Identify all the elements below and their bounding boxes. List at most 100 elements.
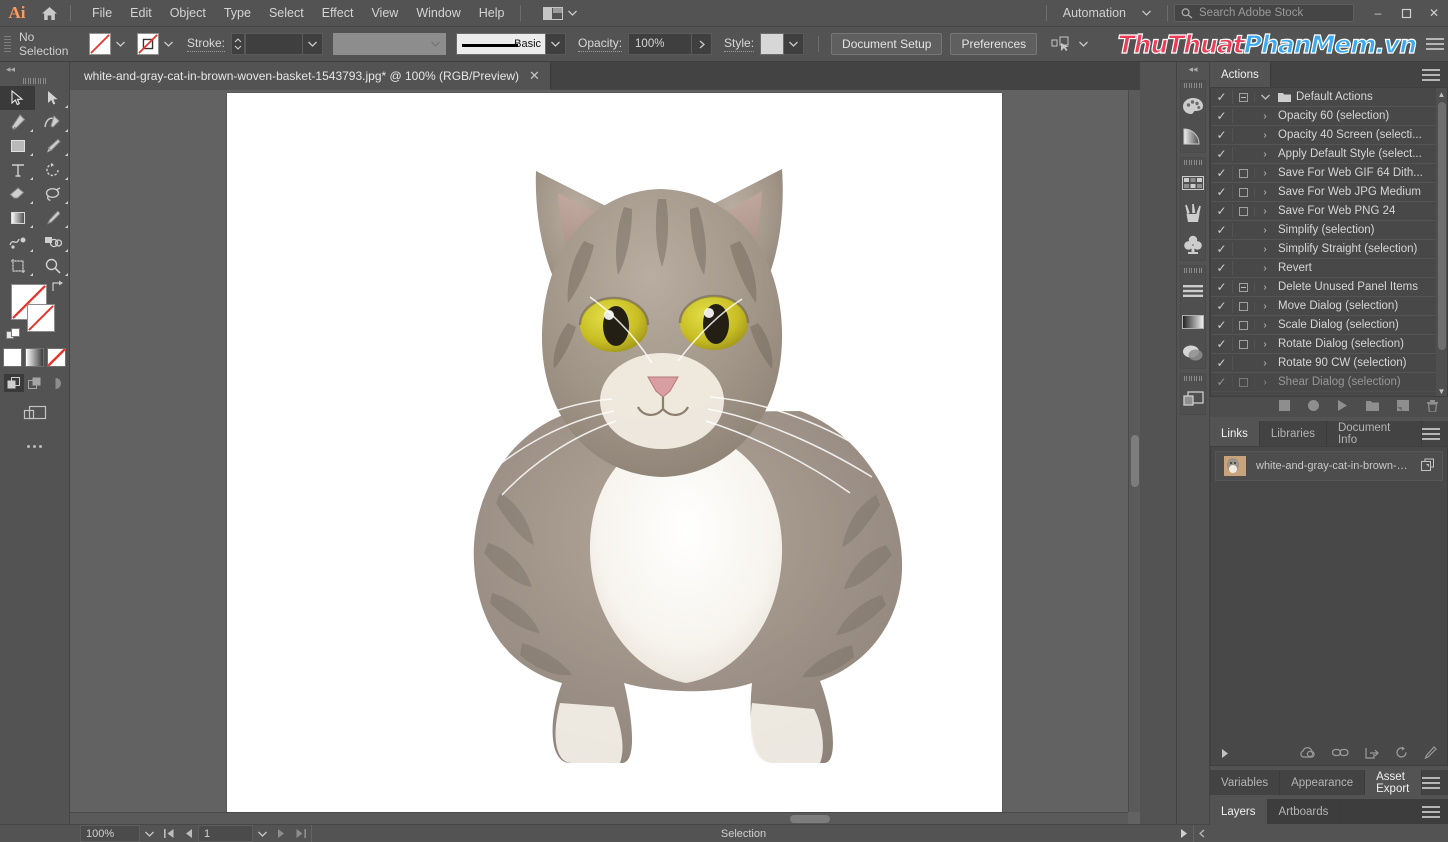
artwork-cat-image[interactable]: [452, 163, 922, 763]
table-row[interactable]: ✓ › Rotate Dialog (selection): [1211, 335, 1447, 354]
tab-layers[interactable]: Layers: [1210, 799, 1268, 824]
panel-menu-icon[interactable]: [1422, 805, 1448, 818]
scroll-down-icon[interactable]: ▼: [1436, 385, 1447, 396]
width-profile-dropdown-icon[interactable]: [426, 33, 447, 55]
draw-inside[interactable]: [46, 374, 66, 392]
table-row[interactable]: ✓ › Move Dialog (selection): [1211, 297, 1447, 316]
opacity-input[interactable]: 100%: [628, 33, 693, 55]
table-row[interactable]: ✓ › Opacity 60 (selection): [1211, 107, 1447, 126]
tab-links[interactable]: Links: [1210, 421, 1260, 446]
menu-object[interactable]: Object: [161, 2, 215, 24]
next-artboard-icon[interactable]: [272, 825, 290, 842]
chevron-right-icon[interactable]: ›: [1255, 149, 1275, 160]
document-setup-button[interactable]: Document Setup: [831, 33, 943, 55]
canvas-vertical-scrollbar[interactable]: [1128, 90, 1140, 812]
action-enabled-check[interactable]: ✓: [1211, 223, 1233, 237]
width-profile-input[interactable]: [333, 33, 427, 55]
expand-panels-icon[interactable]: ◂◂: [1177, 62, 1209, 76]
action-enabled-check[interactable]: ✓: [1211, 109, 1233, 123]
panel-menu-icon[interactable]: [1426, 38, 1444, 50]
minimize-button[interactable]: –: [1364, 0, 1392, 26]
maximize-button[interactable]: [1392, 0, 1420, 26]
previous-artboard-icon[interactable]: [180, 825, 198, 842]
chevron-right-icon[interactable]: ›: [1255, 225, 1275, 236]
draw-normal[interactable]: [3, 374, 24, 392]
panel-menu-icon[interactable]: [1422, 427, 1448, 440]
zoom-tool[interactable]: [35, 254, 70, 278]
action-dialog-toggle[interactable]: [1233, 206, 1255, 216]
rail-grip[interactable]: [1181, 374, 1205, 383]
curvature-tool[interactable]: [35, 110, 70, 134]
action-enabled-check[interactable]: ✓: [1211, 299, 1233, 313]
brush-definition-input[interactable]: Basic: [456, 33, 547, 55]
stroke-weight-stepper[interactable]: [231, 33, 246, 55]
stroke-label[interactable]: Stroke:: [187, 36, 226, 52]
new-set-icon[interactable]: [1366, 400, 1379, 414]
eyedropper-tool[interactable]: [35, 206, 70, 230]
menu-type[interactable]: Type: [215, 2, 260, 24]
fill-color-swatch[interactable]: [89, 33, 111, 55]
graphic-style-swatch[interactable]: [760, 33, 785, 55]
brush-definition-dropdown-icon[interactable]: [546, 33, 567, 55]
gradient-swatch[interactable]: [25, 348, 44, 367]
scrollbar-thumb[interactable]: [1437, 102, 1446, 350]
tab-libraries[interactable]: Libraries: [1260, 421, 1327, 446]
stop-icon[interactable]: [1279, 400, 1290, 414]
table-row[interactable]: ✓ › Revert: [1211, 259, 1447, 278]
table-row[interactable]: ✓ › Simplify Straight (selection): [1211, 240, 1447, 259]
action-enabled-check[interactable]: ✓: [1211, 261, 1233, 275]
home-icon[interactable]: [34, 0, 64, 26]
rail-grip[interactable]: [1181, 158, 1205, 167]
chevron-right-icon[interactable]: ›: [1255, 358, 1275, 369]
shape-builder-tool[interactable]: [35, 230, 70, 254]
table-row[interactable]: ✓ Default Actions: [1211, 88, 1447, 107]
chevron-down-icon[interactable]: [1255, 94, 1275, 100]
type-tool[interactable]: [0, 158, 35, 182]
gradient-panel-icon[interactable]: [1181, 306, 1205, 337]
relink-from-cc-icon[interactable]: [1299, 746, 1316, 762]
stroke-dropdown-icon[interactable]: [159, 33, 177, 55]
tab-artboards[interactable]: Artboards: [1268, 799, 1341, 824]
align-to-selection-icon[interactable]: [1051, 36, 1089, 52]
table-row[interactable]: ✓ › Apply Default Style (select...: [1211, 145, 1447, 164]
action-enabled-check[interactable]: ✓: [1211, 242, 1233, 256]
rail-grip[interactable]: [1181, 81, 1205, 90]
close-button[interactable]: ✕: [1420, 0, 1448, 26]
scrollbar-thumb[interactable]: [790, 815, 830, 823]
action-dialog-toggle[interactable]: [1233, 320, 1255, 330]
stroke-weight-input[interactable]: [245, 33, 304, 55]
style-dropdown-icon[interactable]: [784, 33, 805, 55]
artboard-dropdown-icon[interactable]: [253, 825, 272, 842]
selection-tool[interactable]: [0, 86, 35, 110]
status-text[interactable]: Selection: [311, 824, 1175, 842]
fill-dropdown-icon[interactable]: [111, 33, 129, 55]
play-icon[interactable]: [1175, 825, 1193, 842]
actions-list[interactable]: ✓ Default Actions ✓ › Opacity 60 (select…: [1210, 87, 1448, 397]
artboard[interactable]: [227, 93, 1002, 824]
table-row[interactable]: ✓ › Opacity 40 Screen (selecti...: [1211, 126, 1447, 145]
chevron-right-icon[interactable]: ›: [1255, 130, 1275, 141]
relink-icon[interactable]: [1331, 747, 1349, 761]
menu-view[interactable]: View: [362, 2, 407, 24]
action-enabled-check[interactable]: ✓: [1211, 280, 1233, 294]
edit-original-icon[interactable]: [1424, 746, 1437, 762]
lasso-tool[interactable]: [35, 182, 70, 206]
tab-appearance[interactable]: Appearance: [1280, 770, 1366, 795]
gradient-tool[interactable]: [0, 206, 35, 230]
arrange-documents-icon[interactable]: [537, 4, 583, 23]
menu-edit[interactable]: Edit: [121, 2, 161, 24]
layers-panel-icon[interactable]: [1181, 383, 1205, 414]
record-icon[interactable]: [1308, 400, 1319, 414]
pen-tool[interactable]: [0, 110, 35, 134]
table-row[interactable]: ✓ › Simplify (selection): [1211, 221, 1447, 240]
action-enabled-check[interactable]: ✓: [1211, 318, 1233, 332]
go-to-link-icon[interactable]: [1365, 747, 1379, 762]
canvas-horizontal-scrollbar[interactable]: [70, 812, 1128, 824]
menu-select[interactable]: Select: [260, 2, 313, 24]
tab-asset-export[interactable]: Asset Export: [1365, 770, 1422, 795]
action-enabled-check[interactable]: ✓: [1211, 185, 1233, 199]
color-panel-icon[interactable]: [1181, 90, 1205, 121]
action-enabled-check[interactable]: ✓: [1211, 204, 1233, 218]
opacity-label[interactable]: Opacity:: [578, 36, 623, 52]
chevron-right-icon[interactable]: ›: [1255, 377, 1275, 388]
